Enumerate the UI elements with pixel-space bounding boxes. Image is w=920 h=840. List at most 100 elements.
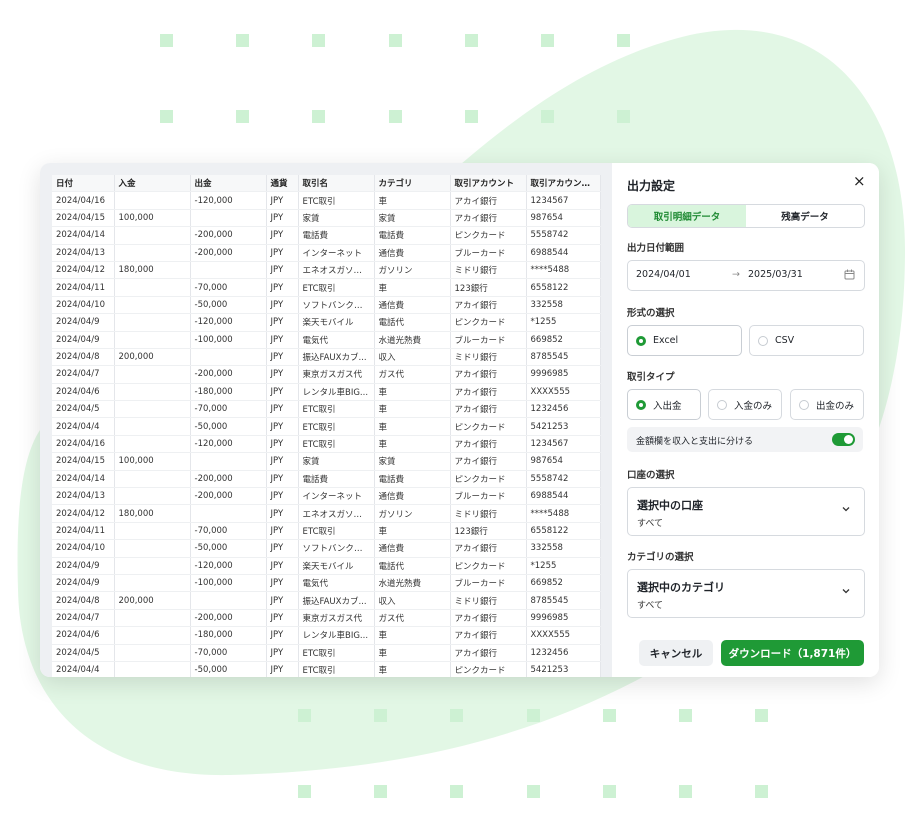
close-icon[interactable]: × (853, 172, 866, 190)
cell-account: アカイ銀行 (450, 296, 527, 315)
table-row[interactable]: 2024/04/8 200,000 JPY 振込FAUXカブ... 収入 ミドリ銀行 878… (52, 591, 601, 610)
tx-type-option-both[interactable]: 入出金 (627, 389, 701, 420)
cell-currency: JPY (266, 626, 299, 645)
cell-deposit (114, 331, 191, 349)
table-row[interactable]: 2024/04/9 -120,000 JPY 楽天モバイル 電話代 ピンクカード *1255 (52, 557, 601, 575)
table-row[interactable]: 2024/04/4 -50,000 JPY ETC取引車ピンクカード 5421253 (52, 417, 601, 436)
table-row[interactable]: 2024/04/15 100,000 JPY 家賃 家賃 アカイ銀行 987654 (52, 209, 601, 228)
format-option-excel[interactable]: Excel (627, 325, 742, 356)
cell-date: 2024/04/8 (52, 348, 115, 367)
table-row[interactable]: 2024/04/16 -120,000 JPY ETC取引車アカイ銀行 1234567 (52, 191, 601, 210)
cell-account: アカイ銀行 (450, 452, 527, 471)
table-row[interactable]: 2024/04/9 -120,000 JPY 楽天モバイル 電話代 ピンクカード *1255 (52, 313, 601, 332)
cell-category: 車 (374, 522, 451, 541)
column-header-deposit[interactable]: 入金 (114, 175, 191, 193)
table-row[interactable]: 2024/04/12 180,000 JPY エネオスガソリン ガソリン ミドリ銀行 ***… (52, 504, 601, 523)
cell-date: 2024/04/12 (52, 261, 115, 280)
cell-category: 車 (374, 661, 451, 677)
split-amount-label: 金額欄を収入と支出に分ける (636, 437, 754, 447)
start-date[interactable]: 2024/04/01 (636, 269, 691, 280)
calendar-icon[interactable] (844, 269, 855, 280)
tab-transaction-details[interactable]: 取引明細データ (628, 205, 746, 227)
cell-withdrawal: -120,000 (190, 313, 267, 332)
table-row[interactable]: 2024/04/8 200,000 JPY 振込FAUXカブ... 収入 ミドリ銀行 878… (52, 348, 601, 367)
table-row[interactable]: 2024/04/15 100,000 JPY 家賃 家賃 アカイ銀行 987654 (52, 452, 601, 471)
cell-date: 2024/04/13 (52, 244, 115, 262)
cell-category: 車 (374, 435, 451, 454)
cell-account-number: 669852 (526, 331, 601, 349)
arrow-icon: → (732, 269, 740, 280)
cell-transaction-name: 電話費 (298, 226, 375, 245)
download-button[interactable]: ダウンロード（1,871件） (721, 640, 864, 666)
table-row[interactable]: 2024/04/11 -70,000 JPY ETC取引車 123銀行 6558122 (52, 278, 601, 297)
cell-currency: JPY (266, 487, 299, 506)
table-row[interactable]: 2024/04/9 -100,000 JPY 電気代 水道光熱費 ブルーカード 669852 (52, 574, 601, 593)
table-row[interactable]: 2024/04/5 -70,000 JPY ETC取引車アカイ銀行 1232456 (52, 644, 601, 662)
tab-balance-data[interactable]: 残高データ (746, 205, 864, 227)
date-range-picker[interactable]: 2024/04/01 → 2025/03/31 (627, 260, 865, 291)
cell-account: 123銀行 (450, 522, 527, 541)
table-row[interactable]: 2024/04/14 -200,000 JPY 電話費 電話費 ピンクカード 5558742 (52, 226, 601, 245)
tx-type-option-deposit-only[interactable]: 入金のみ (708, 389, 782, 420)
column-header-date[interactable]: 日付 (52, 175, 115, 193)
table-row[interactable]: 2024/04/6 -180,000 JPY レンタル車BIG... 車アカイ銀行 XXX… (52, 383, 601, 402)
export-settings-panel: 出力設定 × 取引明細データ 残高データ 出力日付範囲 2024/04/01 →… (612, 163, 879, 677)
cell-currency: JPY (266, 400, 299, 419)
format-option-csv[interactable]: CSV (749, 325, 864, 356)
table-row[interactable]: 2024/04/13 -200,000 JPY インターネット 通信費 ブルーカード 698… (52, 487, 601, 506)
cell-category: ガソリン (374, 261, 451, 280)
cell-date: 2024/04/6 (52, 626, 115, 645)
table-row[interactable]: 2024/04/16 -120,000 JPY ETC取引車アカイ銀行 1234567 (52, 435, 601, 454)
cell-withdrawal: -200,000 (190, 365, 267, 384)
cell-currency: JPY (266, 209, 299, 228)
table-row[interactable]: 2024/04/6 -180,000 JPY レンタル車BIG... 車アカイ銀行 XXX… (52, 626, 601, 645)
table-row[interactable]: 2024/04/13 -200,000 JPY インターネット 通信費 ブルーカード 698… (52, 244, 601, 262)
cell-account: ブルーカード (450, 487, 527, 506)
cell-withdrawal: -50,000 (190, 661, 267, 677)
cell-deposit: 200,000 (114, 591, 191, 610)
table-row[interactable]: 2024/04/5 -70,000 JPY ETC取引車アカイ銀行 1232456 (52, 400, 601, 419)
table-row[interactable]: 2024/04/7 -200,000 JPY 東京ガスガス代 ガス代 アカイ銀行 99969… (52, 609, 601, 628)
table-row[interactable]: 2024/04/4 -50,000 JPY ETC取引車ピンクカード 5421253 (52, 661, 601, 677)
table-row[interactable]: 2024/04/10 -50,000 JPY ソフトバンクイ... 通信費 アカイ銀行 33… (52, 539, 601, 558)
cell-transaction-name: ETC取引 (298, 400, 375, 419)
tx-type-option-withdrawal-only[interactable]: 出金のみ (790, 389, 864, 420)
cell-deposit: 100,000 (114, 452, 191, 471)
cell-account-number: 6558122 (526, 522, 601, 541)
cell-account: ピンクカード (450, 313, 527, 332)
column-header-currency[interactable]: 通貨 (266, 175, 299, 193)
table-row[interactable]: 2024/04/12 180,000 JPY エネオスガソリン ガソリン ミドリ銀行 ***… (52, 261, 601, 280)
cell-date: 2024/04/9 (52, 557, 115, 575)
radio-checked-icon (636, 399, 646, 410)
cell-currency: JPY (266, 244, 299, 262)
account-label: 口座の選択 (627, 470, 675, 481)
cell-deposit (114, 226, 191, 245)
column-header-account-number[interactable]: 取引アカウント... (526, 175, 601, 193)
cell-account-number: 5421253 (526, 661, 601, 677)
cell-account: アカイ銀行 (450, 435, 527, 454)
cell-withdrawal (190, 348, 267, 367)
cell-category: 収入 (374, 591, 451, 610)
column-header-category[interactable]: カテゴリ (374, 175, 451, 193)
column-header-withdrawal[interactable]: 出金 (190, 175, 267, 193)
cell-date: 2024/04/10 (52, 539, 115, 558)
column-header-account[interactable]: 取引アカウント (450, 175, 527, 193)
table-row[interactable]: 2024/04/11 -70,000 JPY ETC取引車 123銀行 6558122 (52, 522, 601, 541)
format-csv-label: CSV (775, 335, 795, 346)
cell-account-number: 6988544 (526, 487, 601, 506)
cancel-button[interactable]: キャンセル (639, 640, 713, 666)
column-header-transaction-name[interactable]: 取引名 (298, 175, 375, 193)
table-row[interactable]: 2024/04/14 -200,000 JPY 電話費 電話費 ピンクカード 5558742 (52, 470, 601, 489)
table-row[interactable]: 2024/04/7 -200,000 JPY 東京ガスガス代 ガス代 アカイ銀行 99969… (52, 365, 601, 384)
table-row[interactable]: 2024/04/10 -50,000 JPY ソフトバンクイ... 通信費 アカイ銀行 33… (52, 296, 601, 315)
category-dropdown[interactable]: 選択中のカテゴリ すべて (627, 569, 865, 618)
cell-withdrawal: -70,000 (190, 400, 267, 419)
split-amount-toggle[interactable] (832, 433, 855, 446)
cell-account-number: 9996985 (526, 609, 601, 628)
table-row[interactable]: 2024/04/9 -100,000 JPY 電気代 水道光熱費 ブルーカード 669852 (52, 331, 601, 349)
radio-checked-icon (636, 335, 646, 346)
cell-category: ガス代 (374, 365, 451, 384)
cell-category: 車 (374, 191, 451, 210)
account-dropdown[interactable]: 選択中の口座 すべて (627, 487, 865, 536)
end-date[interactable]: 2025/03/31 (748, 269, 803, 280)
